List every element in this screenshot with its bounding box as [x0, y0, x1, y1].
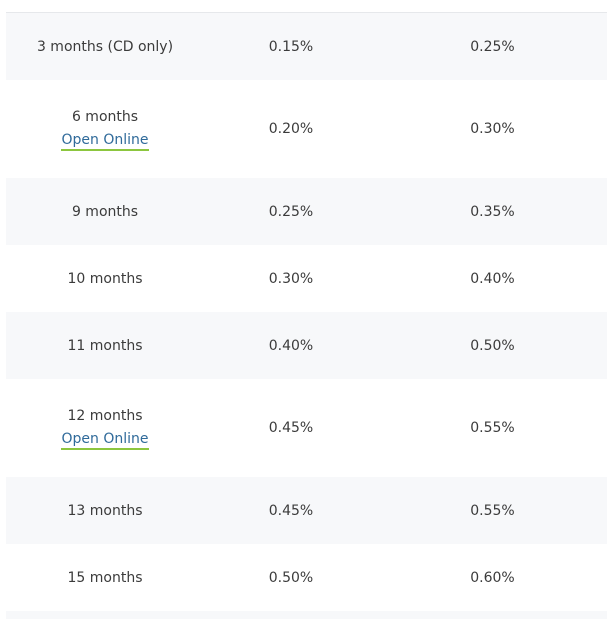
rate-value: 0.50%	[268, 569, 314, 586]
rate-value: 0.15%	[268, 38, 314, 55]
rate-cell: 0.20%	[204, 120, 378, 138]
rate-cell: 0.25%	[378, 38, 607, 56]
table-row-partial	[6, 611, 607, 619]
rate-cell: 0.45%	[204, 419, 378, 437]
rate-value: 0.30%	[470, 121, 515, 137]
term-label: 9 months	[71, 203, 139, 220]
table-row: 12 months Open Online 0.45% 0.55%	[6, 379, 607, 477]
rate-cell: 0.30%	[378, 120, 607, 138]
table-row: 9 months 0.25% 0.35%	[6, 178, 607, 245]
term-label: 6 months	[71, 108, 139, 125]
term-cell: 15 months	[6, 569, 204, 587]
rate-value: 0.30%	[268, 270, 314, 287]
term-cell: 6 months Open Online	[6, 108, 204, 151]
table-row: 6 months Open Online 0.20% 0.30%	[6, 80, 607, 178]
table-row: 11 months 0.40% 0.50%	[6, 312, 607, 379]
open-online-link[interactable]: Open Online	[61, 132, 149, 151]
term-label: 15 months	[67, 569, 143, 586]
rate-cell: 0.15%	[204, 38, 378, 56]
rate-value: 0.40%	[470, 270, 515, 287]
rate-cell: 0.30%	[204, 270, 378, 288]
table-row: 3 months (CD only) 0.15% 0.25%	[6, 13, 607, 80]
term-label: 13 months	[67, 502, 143, 519]
table-row: 10 months 0.30% 0.40%	[6, 245, 607, 312]
term-cell: 13 months	[6, 502, 204, 520]
term-label: 10 months	[67, 270, 143, 287]
rate-cell: 0.45%	[204, 502, 378, 520]
term-cell: 10 months	[6, 270, 204, 288]
rate-cell: 0.60%	[378, 569, 607, 587]
rate-cell: 0.55%	[378, 502, 607, 520]
term-cell: 3 months (CD only)	[6, 38, 204, 56]
rate-value: 0.40%	[268, 337, 314, 354]
rate-value: 0.45%	[268, 420, 314, 436]
table-row: 15 months 0.50% 0.60%	[6, 544, 607, 611]
term-label: 11 months	[67, 337, 143, 354]
rate-cell: 0.55%	[378, 419, 607, 437]
rate-cell: 0.25%	[204, 203, 378, 221]
rate-value: 0.50%	[470, 337, 515, 354]
term-label: 12 months	[67, 407, 143, 424]
term-label: 3 months (CD only)	[36, 38, 174, 55]
open-online-link[interactable]: Open Online	[61, 431, 149, 450]
term-cell: 12 months Open Online	[6, 407, 204, 450]
rate-value: 0.60%	[470, 569, 515, 586]
rate-cell: 0.50%	[378, 337, 607, 355]
rate-value: 0.20%	[268, 121, 314, 137]
rate-value: 0.25%	[268, 203, 314, 220]
table-row: 13 months 0.45% 0.55%	[6, 477, 607, 544]
cd-rates-table: 3 months (CD only) 0.15% 0.25% 6 months …	[6, 13, 607, 619]
rate-cell: 0.35%	[378, 203, 607, 221]
term-cell: 9 months	[6, 203, 204, 221]
rate-value: 0.45%	[268, 502, 314, 519]
rate-value: 0.25%	[470, 38, 515, 55]
rate-cell: 0.50%	[204, 569, 378, 587]
rate-cell: 0.40%	[378, 270, 607, 288]
rate-value: 0.55%	[470, 420, 515, 436]
rate-value: 0.35%	[470, 203, 515, 220]
rate-value: 0.55%	[470, 502, 515, 519]
term-cell: 11 months	[6, 337, 204, 355]
rate-cell: 0.40%	[204, 337, 378, 355]
